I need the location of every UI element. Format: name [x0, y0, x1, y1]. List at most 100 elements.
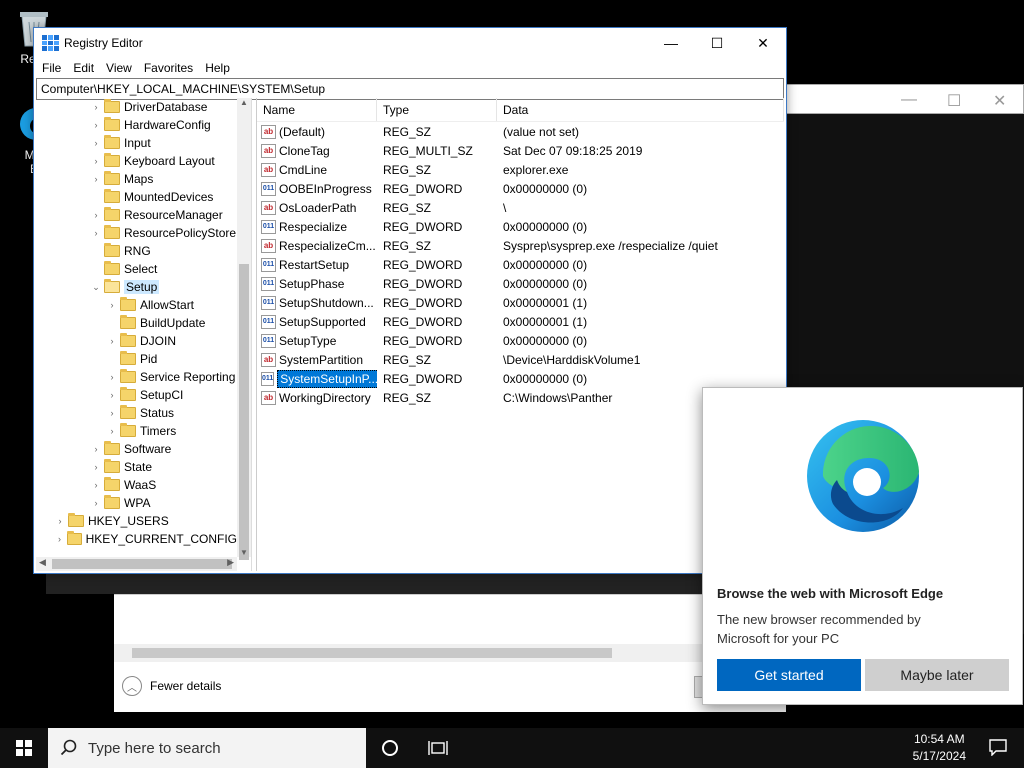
key-tree: › DriverDatabase › HardwareConfig › Input › Key… [36, 98, 237, 557]
chevron-right-icon[interactable]: › [90, 498, 102, 508]
tree-node[interactable]: › AllowStart [36, 296, 237, 314]
menu-file[interactable]: File [36, 61, 67, 75]
task-view-button[interactable] [414, 728, 462, 768]
menu-edit[interactable]: Edit [67, 61, 100, 75]
maximize-button[interactable]: ☐ [694, 28, 740, 58]
value-row[interactable]: 011 SetupShutdown... REG_DWORD 0x00000001 (… [257, 293, 784, 312]
menu-favorites[interactable]: Favorites [138, 61, 199, 75]
tree-node[interactable]: Pid [36, 350, 237, 368]
chevron-right-icon[interactable]: › [90, 462, 102, 472]
scroll-thumb[interactable] [52, 559, 232, 569]
cortana-button[interactable] [366, 728, 414, 768]
scroll-down-icon[interactable]: ▼ [237, 548, 251, 557]
value-row[interactable]: ab (Default) REG_SZ (value not set) [257, 122, 784, 141]
value-row[interactable]: ab CloneTag REG_MULTI_SZ Sat Dec 07 09:18:2… [257, 141, 784, 160]
tree-node[interactable]: › DriverDatabase [36, 98, 237, 116]
horizontal-scrollbar[interactable] [114, 644, 786, 662]
tree-node[interactable]: RNG [36, 242, 237, 260]
minimize-icon[interactable]: — [901, 91, 917, 109]
maybe-later-button[interactable]: Maybe later [865, 659, 1009, 691]
value-row[interactable]: ab CmdLine REG_SZ explorer.exe [257, 160, 784, 179]
tree-node[interactable]: › DJOIN [36, 332, 237, 350]
close-button[interactable]: ✕ [740, 28, 786, 58]
tree-node[interactable]: › HKEY_CURRENT_CONFIG [36, 530, 237, 548]
tree-node[interactable]: › ResourceManager [36, 206, 237, 224]
scroll-left-icon[interactable]: ◀ [39, 557, 46, 568]
menu-help[interactable]: Help [199, 61, 236, 75]
tree-node[interactable]: Select [36, 260, 237, 278]
tree-node[interactable]: › Status [36, 404, 237, 422]
chevron-right-icon[interactable]: › [106, 390, 118, 400]
value-row[interactable]: ab SystemPartition REG_SZ \Device\HarddiskV… [257, 350, 784, 369]
minimize-button[interactable]: — [648, 28, 694, 58]
chevron-right-icon[interactable]: › [90, 156, 102, 166]
chevron-right-icon[interactable]: › [106, 372, 118, 382]
tree-node[interactable]: ⌄ Setup [36, 278, 237, 296]
chevron-right-icon[interactable]: › [54, 516, 66, 526]
tree-node[interactable]: › Timers [36, 422, 237, 440]
column-header-data[interactable]: Data [497, 98, 784, 121]
value-row[interactable]: 011 SetupType REG_DWORD 0x00000000 (0) [257, 331, 784, 350]
value-row[interactable]: 011 SetupPhase REG_DWORD 0x00000000 (0) [257, 274, 784, 293]
chevron-right-icon[interactable]: › [106, 426, 118, 436]
chevron-right-icon[interactable]: › [106, 300, 118, 310]
chevron-right-icon[interactable]: › [54, 534, 65, 544]
tree-node[interactable]: BuildUpdate [36, 314, 237, 332]
fewer-details-button[interactable]: ︿ Fewer details [122, 676, 221, 696]
scroll-thumb[interactable] [239, 264, 249, 560]
tree-node[interactable]: › WaaS [36, 476, 237, 494]
value-row[interactable]: 011 RestartSetup REG_DWORD 0x00000000 (0) [257, 255, 784, 274]
notifications-icon[interactable] [988, 738, 1008, 757]
scroll-right-icon[interactable]: ▶ [227, 557, 234, 568]
menu-view[interactable]: View [100, 61, 138, 75]
tree-vertical-scrollbar[interactable]: ▲ ▼ [237, 98, 251, 560]
tree-horizontal-scrollbar[interactable]: ◀ ▶ [36, 557, 237, 571]
value-name: Respecialize [279, 219, 348, 234]
folder-icon [104, 117, 120, 131]
chevron-right-icon[interactable]: › [90, 120, 102, 130]
get-started-button[interactable]: Get started [717, 659, 861, 691]
search-placeholder: Type here to search [88, 739, 221, 757]
tree-node[interactable]: › Keyboard Layout [36, 152, 237, 170]
tree-node[interactable]: › HardwareConfig [36, 116, 237, 134]
scroll-up-icon[interactable]: ▲ [237, 98, 251, 107]
chevron-down-icon[interactable]: ⌄ [90, 282, 102, 293]
chevron-right-icon[interactable]: › [90, 228, 102, 238]
chevron-right-icon[interactable]: › [90, 174, 102, 184]
value-row[interactable]: ab RespecializeCm... REG_SZ Sysprep\sysprep… [257, 236, 784, 255]
tree-node[interactable]: › Input [36, 134, 237, 152]
start-button[interactable] [0, 728, 48, 768]
scroll-thumb[interactable] [132, 648, 612, 658]
column-header-name[interactable]: Name [257, 98, 377, 121]
tree-node[interactable]: › ResourcePolicyStore [36, 224, 237, 242]
chevron-right-icon[interactable]: › [90, 210, 102, 220]
tree-node[interactable]: › Service Reporting [36, 368, 237, 386]
chevron-right-icon[interactable]: › [90, 444, 102, 454]
chevron-right-icon[interactable]: › [106, 408, 118, 418]
value-row[interactable]: 011 SystemSetupInP... REG_DWORD 0x00000000 … [257, 369, 784, 388]
close-icon[interactable]: ✕ [993, 91, 1006, 111]
value-row[interactable]: ab OsLoaderPath REG_SZ \ [257, 198, 784, 217]
value-row[interactable]: 011 OOBEInProgress REG_DWORD 0x00000000 (0) [257, 179, 784, 198]
tree-node[interactable]: › Maps [36, 170, 237, 188]
tree-node[interactable]: › State [36, 458, 237, 476]
value-type: REG_SZ [383, 200, 432, 215]
tree-node[interactable]: › HKEY_USERS [36, 512, 237, 530]
column-header-type[interactable]: Type [377, 98, 497, 121]
chevron-right-icon[interactable]: › [106, 336, 118, 346]
tree-node[interactable]: › SetupCI [36, 386, 237, 404]
chevron-right-icon[interactable]: › [90, 102, 102, 112]
taskbar-search-box[interactable]: Type here to search [48, 728, 366, 768]
maximize-icon[interactable]: ☐ [947, 91, 961, 111]
value-row[interactable]: 011 SetupSupported REG_DWORD 0x00000001 (1) [257, 312, 784, 331]
tree-node-label: MountedDevices [124, 190, 214, 204]
address-bar[interactable]: Computer\HKEY_LOCAL_MACHINE\SYSTEM\Setup [36, 78, 784, 100]
chevron-right-icon[interactable]: › [90, 138, 102, 148]
value-row[interactable]: 011 Respecialize REG_DWORD 0x00000000 (0) [257, 217, 784, 236]
value-data: 0x00000000 (0) [503, 371, 588, 386]
taskbar-clock[interactable]: 10:54 AM 5/17/2024 [913, 731, 966, 765]
tree-node[interactable]: › Software [36, 440, 237, 458]
tree-node[interactable]: MountedDevices [36, 188, 237, 206]
chevron-right-icon[interactable]: › [90, 480, 102, 490]
tree-node[interactable]: › WPA [36, 494, 237, 512]
